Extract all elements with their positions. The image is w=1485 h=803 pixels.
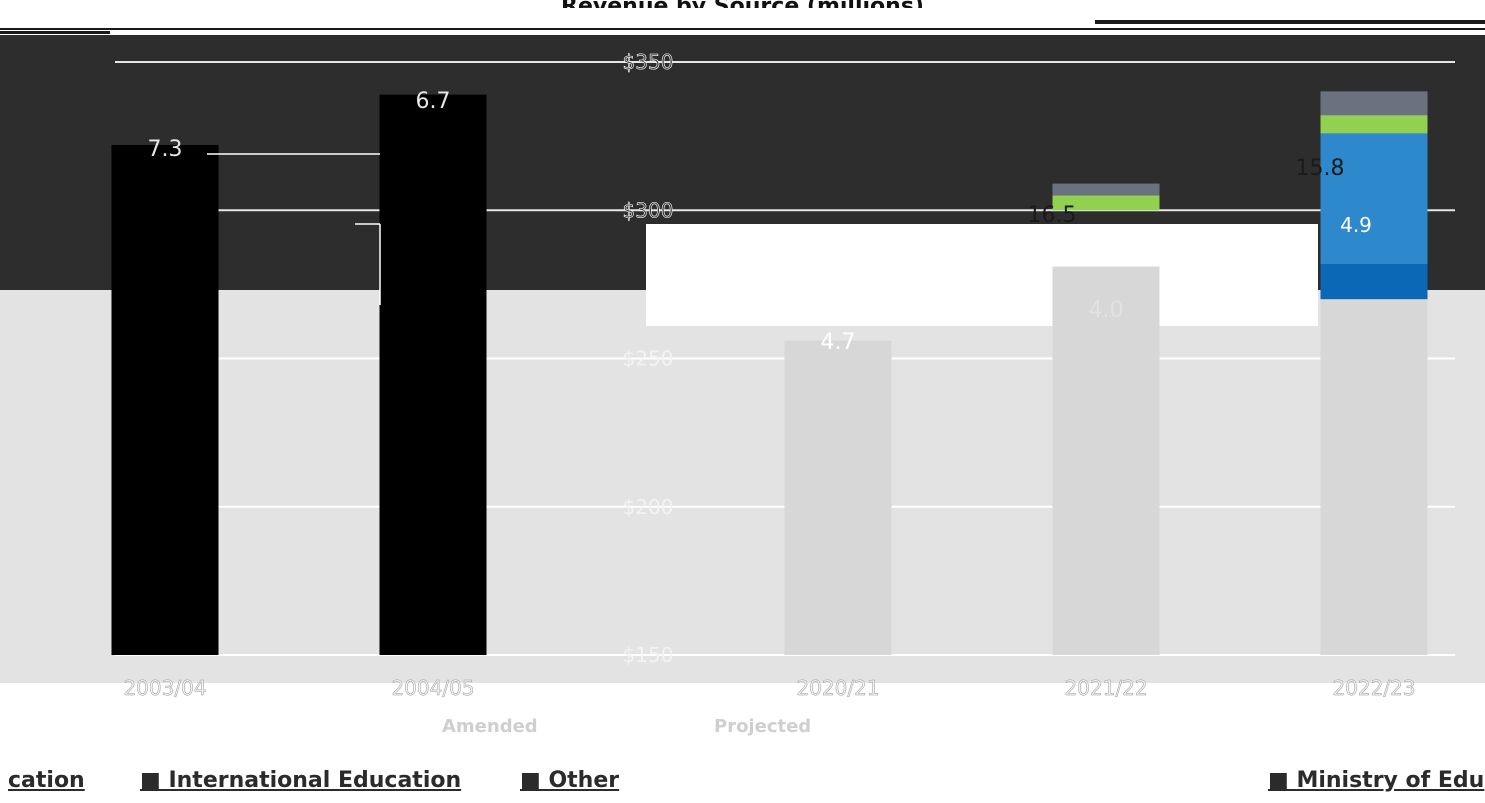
- legend-item-education-fragment: cation: [8, 768, 85, 793]
- bar-2003/04: [111, 145, 219, 655]
- legend: cation ■ International Education ■ Other…: [0, 760, 1485, 803]
- bar-2020/21: [784, 340, 892, 655]
- data-label: 4.0: [1089, 298, 1124, 323]
- legend-item-ministry: ■ Ministry of Edu: [1268, 768, 1485, 793]
- bar-2021/22: [1052, 266, 1160, 655]
- y-tick-label: $250: [623, 347, 674, 371]
- segment-international-2022-23: [1320, 133, 1428, 264]
- data-label: 4.7: [821, 330, 856, 355]
- x-tick-label: 2003/04: [123, 676, 206, 700]
- x-tick-label: 2004/05: [391, 676, 474, 700]
- segment-grey-2021-22: [1052, 183, 1160, 196]
- chart-canvas: $150 $200 $250 $300 $350 2003/04 2004/05 2020/2…: [111, 50, 1455, 700]
- y-tick-label: $200: [623, 495, 674, 519]
- legend-item-international: ■ International Education: [140, 768, 462, 793]
- legend-label-ministry: Ministry of Edu: [1296, 768, 1485, 793]
- x-tick-label: 2020/21: [796, 676, 879, 700]
- y-tick-label: $350: [623, 50, 674, 74]
- y-tick-label: $300: [623, 198, 674, 222]
- segment-grey-2022-23: [1320, 91, 1428, 116]
- legend-label-international: International Education: [168, 768, 462, 793]
- x-tick-label: 2022/23: [1332, 676, 1415, 700]
- bar-2004/05: [379, 94, 487, 656]
- data-label: 16.5: [1028, 203, 1077, 228]
- legend-item-other: ■ Other: [520, 768, 620, 793]
- y-tick-label: $150: [623, 643, 674, 667]
- column-label-projected: Projected: [714, 716, 812, 737]
- x-tick-label: 2021/22: [1064, 676, 1147, 700]
- data-label: 4.9: [1340, 213, 1372, 237]
- column-label-amended: Amended: [442, 716, 538, 737]
- data-label: 7.3: [148, 137, 183, 162]
- segment-other-2022-23: [1320, 115, 1428, 134]
- data-label: 15.8: [1296, 156, 1345, 181]
- segment-ministry-2022-23: [1320, 263, 1428, 300]
- legend-label-other: Other: [548, 768, 620, 793]
- data-label: 6.7: [416, 89, 451, 114]
